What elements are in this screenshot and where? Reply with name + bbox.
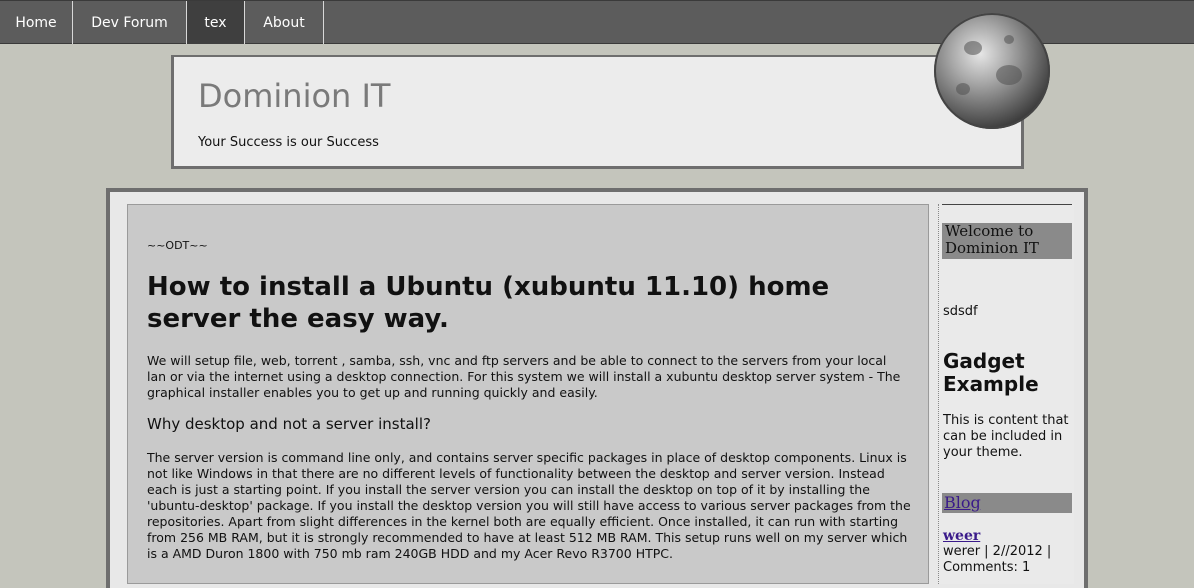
post-subheading: Why desktop and not a server install? — [147, 415, 431, 433]
gadget-text: This is content that can be included in … — [943, 413, 1069, 460]
post-marker: ~~ODT~~ — [147, 239, 208, 252]
sidebar: Welcome to Dominion IT sdsdf Gadget Exam… — [938, 204, 1074, 584]
moon-logo-image — [934, 13, 1050, 129]
nav-tab-about[interactable]: About — [245, 1, 324, 44]
nav-tab-tex[interactable]: tex — [187, 1, 245, 44]
blog-post-link[interactable]: weer — [943, 528, 980, 544]
site-header: Dominion IT Your Success is our Success — [171, 55, 1024, 169]
post-body: The server version is command line only,… — [147, 450, 911, 561]
post-content: ~~ODT~~ How to install a Ubuntu (xubuntu… — [127, 204, 929, 584]
blog-link[interactable]: Blog — [944, 493, 981, 512]
sidebar-divider — [942, 204, 1072, 205]
blog-heading: Blog — [942, 493, 1072, 513]
post-title: How to install a Ubuntu (xubuntu 11.10) … — [147, 272, 830, 334]
site-title[interactable]: Dominion IT — [198, 77, 390, 115]
nav-tab-home[interactable]: Home — [0, 1, 73, 44]
nav-tab-dev-forum[interactable]: Dev Forum — [73, 1, 187, 44]
blog-post-meta: werer | 2//2012 | Comments: 1 — [943, 544, 1052, 575]
post-intro: We will setup file, web, torrent , samba… — [147, 353, 901, 400]
site-tagline: Your Success is our Success — [198, 135, 379, 150]
sidebar-welcome-heading: Welcome to Dominion IT — [942, 223, 1072, 259]
sidebar-text: sdsdf — [943, 304, 978, 319]
gadget-heading: Gadget Example — [943, 349, 1039, 396]
